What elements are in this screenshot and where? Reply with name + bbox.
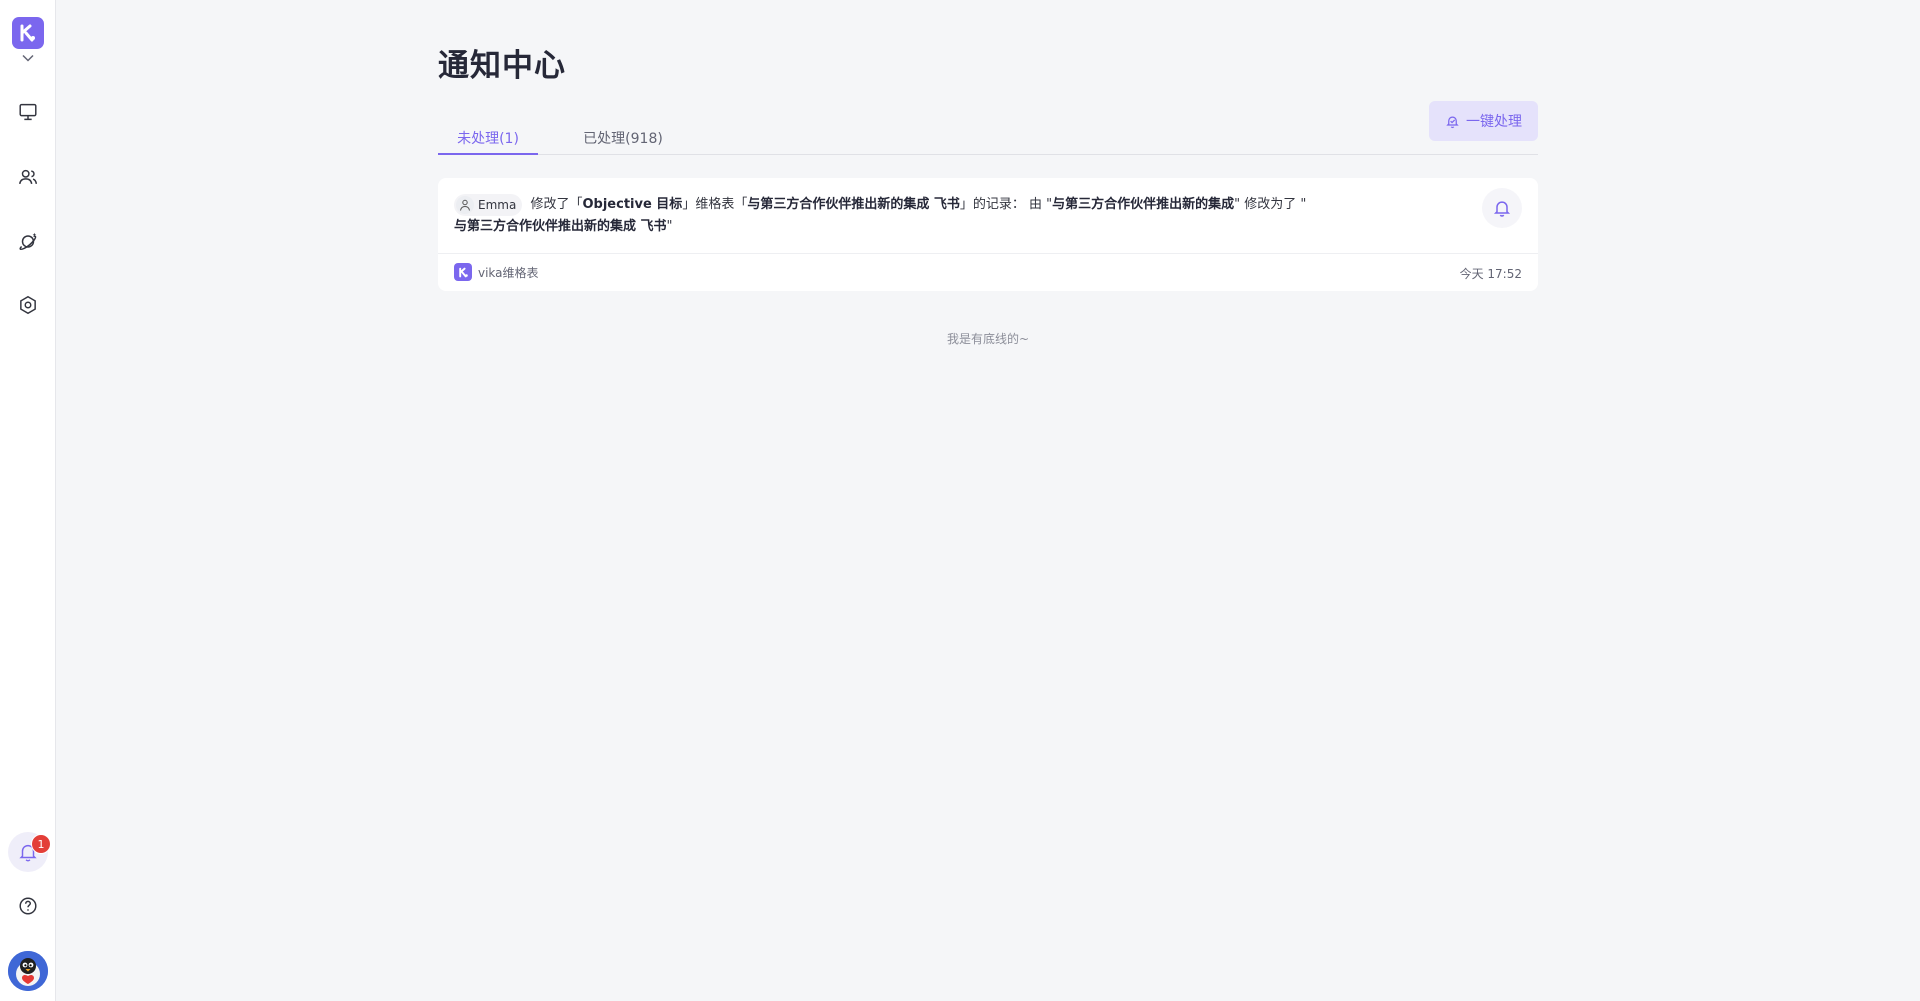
sidebar-item-space-settings[interactable] [12,289,44,321]
planet-icon [19,232,37,251]
sidebar-item-workbench[interactable] [12,96,44,128]
message-text-3: 」的记录： 由 " [959,197,1053,212]
vika-logo-icon [20,24,35,42]
penguin-avatar-icon [8,951,48,991]
new-value: 与第三方合作伙伴推出新的集成 飞书 [454,219,667,234]
bell-check-icon [1446,115,1459,128]
sidebar-item-help[interactable] [12,890,44,922]
notification-footer: vika维格表 今天 17:52 [454,263,1522,283]
tab-unprocessed[interactable]: 未处理(1) [438,128,538,155]
user-avatar[interactable] [8,951,48,991]
notification-time: 今天 17:52 [1459,267,1522,281]
end-of-list-text: 我是有底线的~ [946,332,1030,346]
user-sketch-icon [460,199,470,211]
space-logo[interactable] [12,17,44,49]
message-text-5: " [666,219,673,234]
sidebar-item-members[interactable] [12,161,44,193]
chevron-down-icon [22,54,34,62]
user-chip-avatar [456,196,474,214]
notification-source: vika维格表 [454,263,539,281]
notification-tabs: 未处理(1) 已处理(918) [438,120,1538,155]
users-icon [19,169,37,185]
sidebar: 1 [0,0,56,1001]
bell-icon [1493,201,1511,217]
monitor-icon [19,103,37,121]
space-switch-chevron[interactable] [18,51,38,65]
app-root: 1 通知中心 未处理(1) 已处理(918) 一键处理 Emma 修改了「Obj… [0,0,1920,1001]
process-all-label: 一键处理 [1466,114,1522,130]
message-text-4: " 修改为了 " [1234,197,1307,212]
notification-card[interactable]: Emma 修改了「Objective 目标」维格表「与第三方合作伙伴推出新的集成… [438,178,1538,291]
user-name: Emma [478,198,517,212]
record-name[interactable]: 与第三方合作伙伴推出新的集成 飞书 [747,197,960,212]
mark-processed-button[interactable] [1482,188,1522,228]
card-divider [438,253,1538,254]
active-tab-indicator [438,153,538,155]
message-text-2: 」维格表「 [682,197,748,212]
source-name: vika维格表 [478,265,539,280]
page-title: 通知中心 [438,48,566,84]
vika-logo-icon [454,263,472,281]
help-circle-icon [19,897,37,915]
notification-message: Emma 修改了「Objective 目标」维格表「与第三方合作伙伴推出新的集成… [454,194,1334,238]
table-name[interactable]: Objective 目标 [582,197,682,212]
notification-count-badge: 1 [31,834,51,854]
old-value: 与第三方合作伙伴推出新的集成 [1052,197,1235,212]
process-all-button[interactable]: 一键处理 [1429,101,1538,141]
settings-hexagon-icon [20,295,36,315]
sidebar-item-templates[interactable] [12,225,44,257]
tab-processed[interactable]: 已处理(918) [558,128,688,155]
message-text-1: 修改了「 [530,197,583,212]
user-chip[interactable]: Emma [454,194,523,216]
